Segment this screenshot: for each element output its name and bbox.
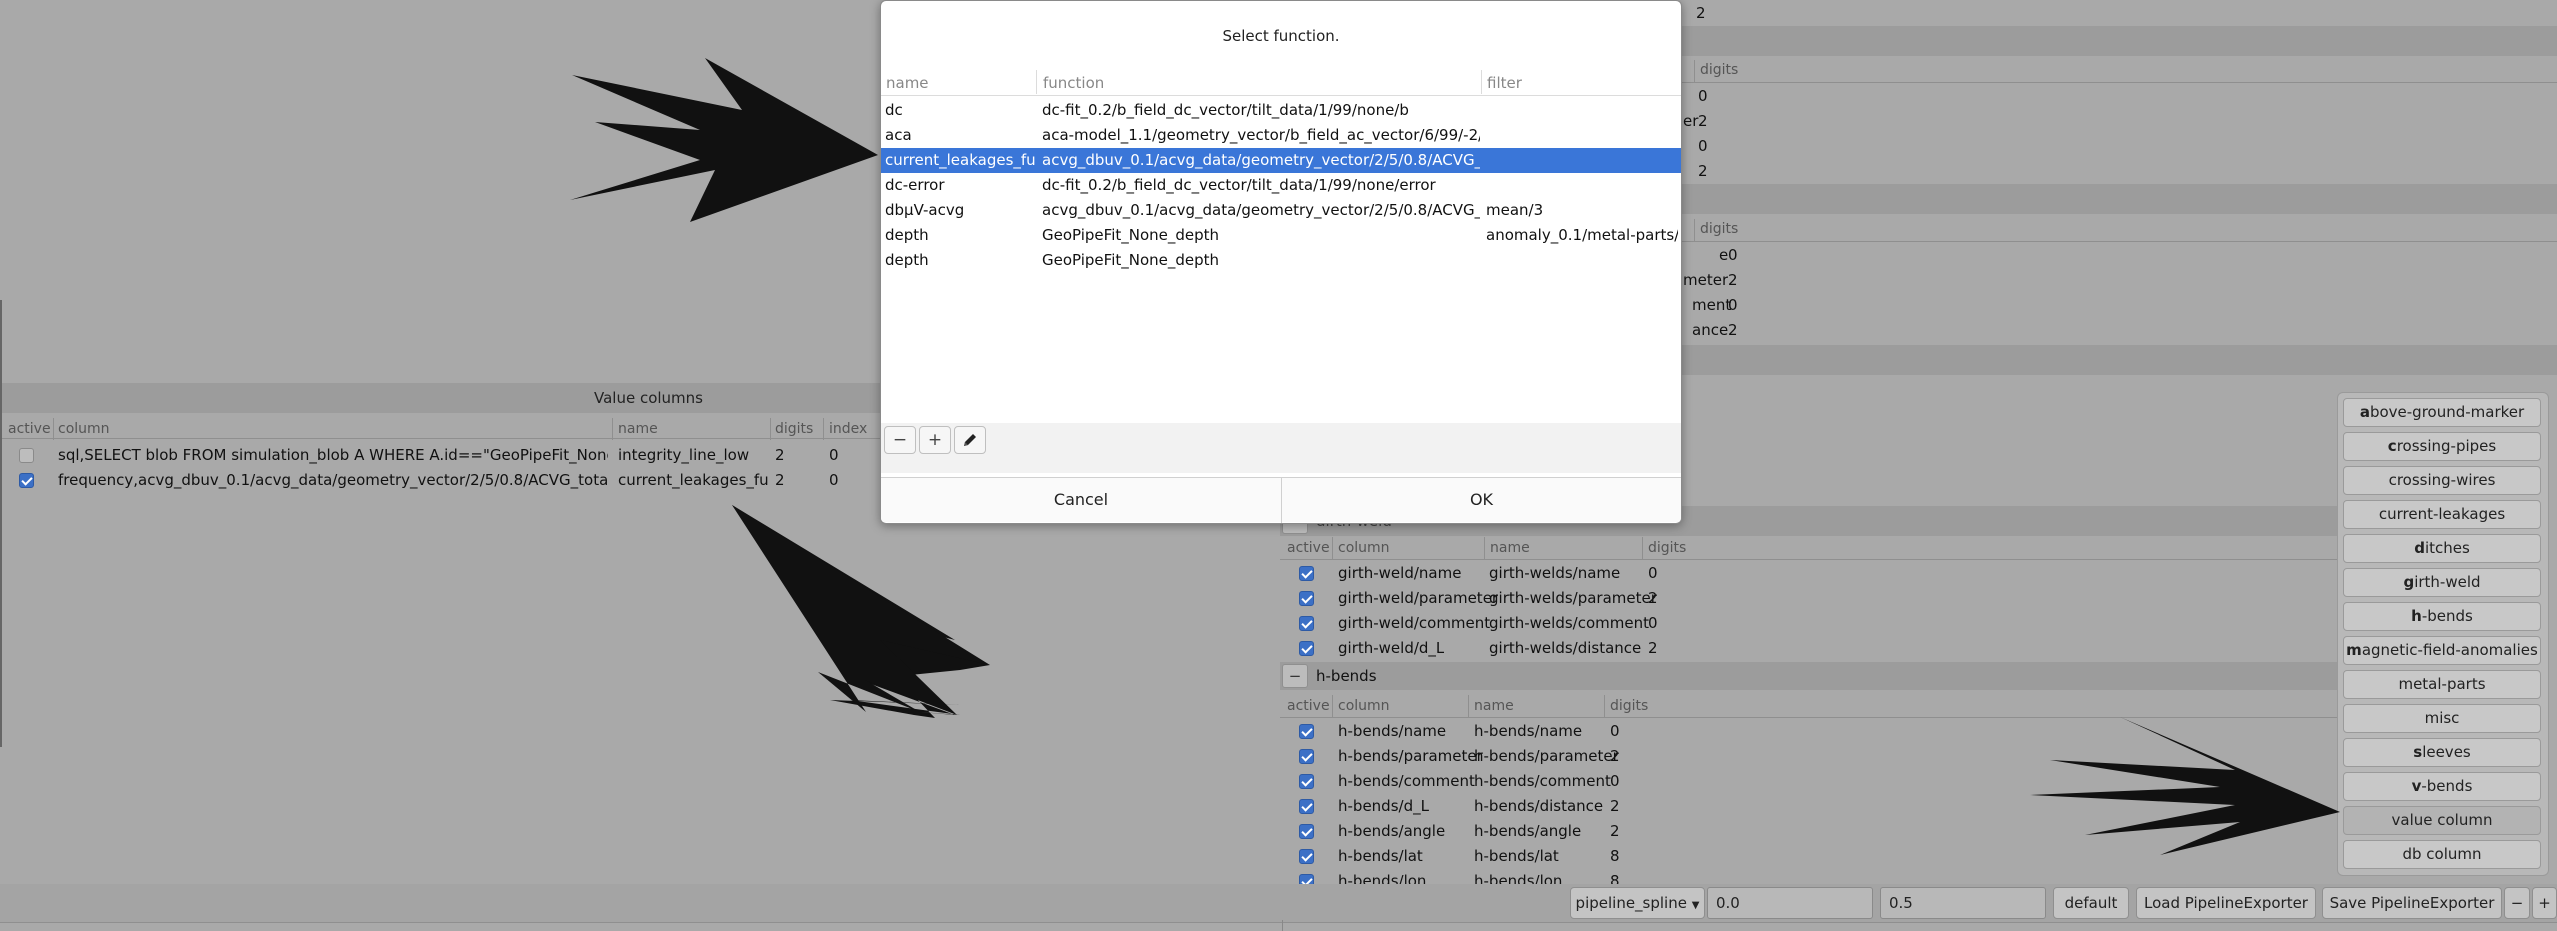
cancel-button[interactable]: Cancel: [881, 478, 1281, 522]
function-name: dc: [885, 101, 903, 119]
function-name: dbμV-acvg: [885, 201, 965, 219]
function-filter: anomaly_0.1/metal-parts/0: [1486, 226, 1678, 244]
col-sep: [1481, 70, 1482, 94]
select-function-dialog: Select function. name function filter dc…: [880, 0, 1682, 524]
dlg-header-function[interactable]: function: [1043, 74, 1104, 92]
function-path: aca-model_1.1/geometry_vector/b_field_ac…: [1042, 126, 1480, 144]
function-filter: mean/3: [1486, 201, 1544, 219]
dialog-toolbar: [881, 423, 1681, 473]
dialog-title: Select function.: [1222, 27, 1340, 45]
function-path: dc-fit_0.2/b_field_dc_vector/tilt_data/1…: [1042, 101, 1409, 119]
function-path: acvg_dbuv_0.1/acvg_data/geometry_vector/…: [1042, 201, 1480, 219]
dlg-header-filter[interactable]: filter: [1487, 74, 1522, 92]
function-row[interactable]: dc dc-fit_0.2/b_field_dc_vector/tilt_data…: [881, 98, 1681, 123]
function-name: dc-error: [885, 176, 945, 194]
function-row[interactable]: aca aca-model_1.1/geometry_vector/b_field…: [881, 123, 1681, 148]
arrow-pointer-icon: [2030, 717, 2340, 855]
add-function-button[interactable]: +: [919, 426, 951, 454]
arrow-pointer-icon: [732, 505, 990, 715]
function-name: current_leakages_func: [885, 151, 1035, 169]
function-path: GeoPipeFit_None_depth: [1042, 251, 1220, 269]
function-row[interactable]: current_leakages_func acvg_dbuv_0.1/acvg_…: [881, 148, 1681, 173]
ok-button[interactable]: OK: [1282, 478, 1681, 522]
function-path: dc-fit_0.2/b_field_dc_vector/tilt_data/1…: [1042, 176, 1436, 194]
function-row[interactable]: depth GeoPipeFit_None_depth anomaly_0.1/me…: [881, 223, 1681, 248]
arrow-pointer-icon: [570, 58, 878, 222]
remove-function-button[interactable]: −: [884, 426, 916, 454]
edit-function-button[interactable]: [954, 426, 986, 454]
dlg-header-name[interactable]: name: [886, 74, 929, 92]
pencil-icon: [964, 434, 976, 446]
function-row[interactable]: dc-error dc-fit_0.2/b_field_dc_vector/til…: [881, 173, 1681, 198]
function-name: aca: [885, 126, 912, 144]
function-name: depth: [885, 251, 929, 269]
function-row[interactable]: depth GeoPipeFit_None_depth: [881, 248, 1681, 273]
function-name: depth: [885, 226, 929, 244]
function-path: acvg_dbuv_0.1/acvg_data/geometry_vector/…: [1042, 151, 1480, 169]
function-row[interactable]: dbμV-acvg acvg_dbuv_0.1/acvg_data/geometr…: [881, 198, 1681, 223]
function-path: GeoPipeFit_None_depth: [1042, 226, 1220, 244]
divider: [881, 95, 1681, 96]
col-sep: [1036, 70, 1037, 94]
